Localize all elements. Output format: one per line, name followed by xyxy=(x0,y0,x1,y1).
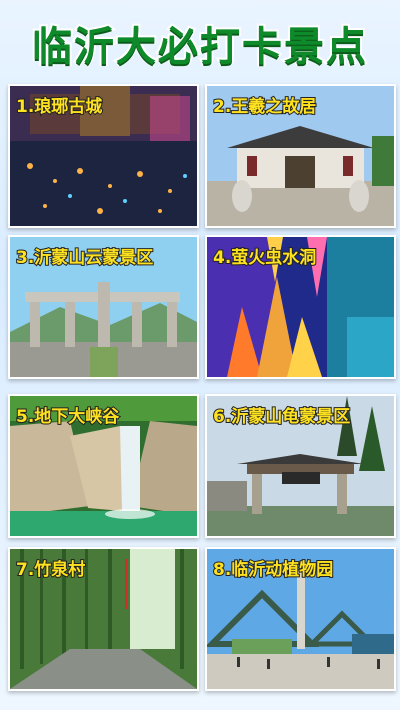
spot-label: 7.竹泉村 xyxy=(15,559,86,581)
spot-label: 4.萤火虫水洞 xyxy=(212,247,317,269)
spot-label: 1.琅琊古城 xyxy=(15,96,103,118)
spot-label: 6.沂蒙山龟蒙景区 xyxy=(212,406,351,428)
spot-card-wang-xizhi-residence[interactable]: 2.王羲之故居 xyxy=(205,84,396,228)
spot-label: 8.临沂动植物园 xyxy=(212,559,334,581)
spot-card-linyi-zoo-botanical-garden[interactable]: 8.临沂动植物园 xyxy=(205,547,396,691)
spot-label: 3.沂蒙山云蒙景区 xyxy=(15,247,154,269)
spot-grid: 1.琅琊古城 2.王羲之故居 3.沂蒙山云蒙景区 4.萤火虫水洞 5.地下大峡谷… xyxy=(0,0,400,710)
spot-card-langya-ancient-city[interactable]: 1.琅琊古城 xyxy=(8,84,199,228)
spot-label: 2.王羲之故居 xyxy=(212,96,317,118)
spot-card-zhuquan-village[interactable]: 7.竹泉村 xyxy=(8,547,199,691)
spot-card-guimeng-scenic-area[interactable]: 6.沂蒙山龟蒙景区 xyxy=(205,394,396,538)
spot-card-yunmeng-scenic-area[interactable]: 3.沂蒙山云蒙景区 xyxy=(8,235,199,379)
spot-card-firefly-water-cave[interactable]: 4.萤火虫水洞 xyxy=(205,235,396,379)
spot-card-underground-canyon[interactable]: 5.地下大峡谷 xyxy=(8,394,199,538)
spot-label: 5.地下大峡谷 xyxy=(15,406,120,428)
